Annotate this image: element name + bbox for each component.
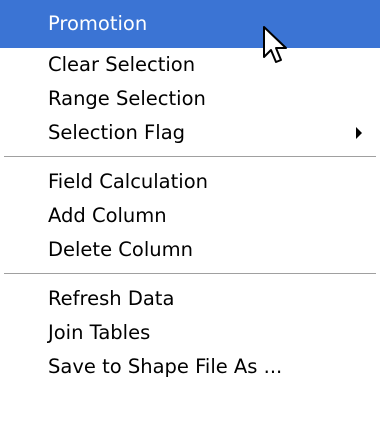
menu-item-label: Delete Column: [48, 238, 193, 261]
menu-item-label: Clear Selection: [48, 53, 196, 76]
menu-item-save-to-shape-file[interactable]: Save to Shape File As ...: [0, 350, 380, 384]
menu-item-clear-selection[interactable]: Clear Selection: [0, 48, 380, 82]
submenu-arrow-icon: [356, 127, 362, 139]
menu-item-label: Join Tables: [48, 321, 151, 344]
menu-item-label: Save to Shape File As ...: [48, 355, 283, 378]
menu-item-label: Add Column: [48, 204, 167, 227]
context-menu: Promotion Clear Selection Range Selectio…: [0, 0, 380, 426]
menu-item-label: Range Selection: [48, 87, 206, 110]
menu-group-selection: Promotion Clear Selection Range Selectio…: [0, 0, 380, 150]
menu-group-data: Refresh Data Join Tables Save to Shape F…: [0, 275, 380, 384]
menu-item-refresh-data[interactable]: Refresh Data: [0, 282, 380, 316]
menu-item-join-tables[interactable]: Join Tables: [0, 316, 380, 350]
menu-item-label: Field Calculation: [48, 170, 208, 193]
menu-item-field-calculation[interactable]: Field Calculation: [0, 165, 380, 199]
menu-item-selection-flag[interactable]: Selection Flag: [0, 116, 380, 150]
menu-item-range-selection[interactable]: Range Selection: [0, 82, 380, 116]
menu-item-label: Refresh Data: [48, 287, 175, 310]
menu-group-columns: Field Calculation Add Column Delete Colu…: [0, 158, 380, 267]
menu-item-add-column[interactable]: Add Column: [0, 199, 380, 233]
menu-item-label: Selection Flag: [48, 121, 186, 144]
menu-item-label: Promotion: [48, 12, 148, 35]
menu-item-delete-column[interactable]: Delete Column: [0, 233, 380, 267]
menu-item-promotion[interactable]: Promotion: [0, 0, 380, 48]
